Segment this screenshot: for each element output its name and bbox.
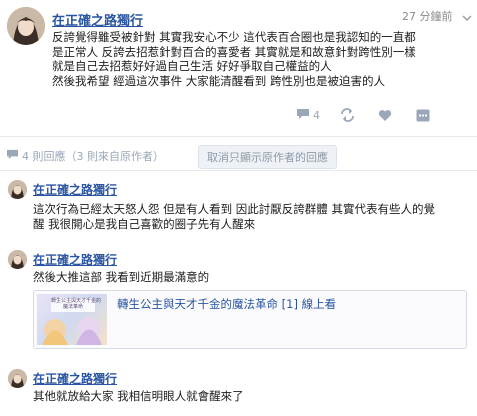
avatar[interactable] [8, 250, 27, 269]
avatar[interactable] [7, 7, 45, 45]
reply-body: 其他就放給大家 我相信明眼人就會醒來了 [33, 389, 244, 404]
chevron-down-icon[interactable] [462, 8, 472, 21]
avatar[interactable] [8, 369, 27, 388]
reply-body: 然後大推這部 我看到近期最滿意的 [33, 270, 209, 285]
reply-body-line: 醒 我很開心是我自己喜歡的圈子先有人醒來 [33, 216, 256, 231]
reply-body: 這次行為已經太天怒人怨 但是有人看到 因此討厭反誇群體 其實代表有些人的覺 醒 … [33, 202, 435, 231]
show-all-replies-button[interactable]: 取消只顯示原作者的回應 [198, 145, 337, 169]
comment-count-button[interactable]: 4 [296, 108, 320, 123]
reply-author-link[interactable]: 在正確之路獨行 [33, 251, 117, 268]
replies-count: 4 則回應（3 則來自原作者） [6, 148, 164, 164]
post-body-line: 就是自己去招惹好好過自己生活 好好爭取自己權益的人 [52, 59, 332, 73]
replies-count-text: 4 則回應（3 則來自原作者） [22, 150, 164, 163]
share-icon[interactable] [340, 107, 355, 126]
post-body-line: 然後我希望 經過這次事件 大家能清醒看到 跨性別也是被迫害的人 [52, 73, 385, 88]
post-body-line: 是正常人 反誇去招惹針對百合的喜愛者 其實就是和故意針對跨性別一樣 [52, 44, 416, 59]
divider [0, 136, 477, 137]
post-body-line: 反誇覺得雖受被針對 其實我安心不少 這代表百合圈也是我認知的一直都 [52, 30, 416, 44]
reply-author-link[interactable]: 在正確之路獨行 [33, 370, 117, 387]
reply-author-link[interactable]: 在正確之路獨行 [33, 181, 117, 198]
reply-body-line: 這次行為已經太天怒人怨 但是有人看到 因此討厭反誇群體 其實代表有些人的覺 [33, 202, 435, 216]
reply-body-line: 其他就放給大家 我相信明眼人就會醒來了 [33, 389, 244, 403]
reply-body-line: 然後大推這部 我看到近期最滿意的 [33, 270, 210, 284]
comment-icon [296, 108, 310, 123]
post-timestamp: 27 分鐘前 [402, 10, 453, 23]
link-preview-card[interactable]: 轉生公主與天才千金的 魔法革命 轉生公主與天才千金的魔法革命 [1] 線上看 [33, 290, 467, 349]
post-body: 反誇覺得雖受被針對 其實我安心不少 這代表百合圈也是我認知的一直都 是正常人 反… [52, 30, 416, 88]
like-icon[interactable] [378, 107, 392, 126]
link-thumbnail: 轉生公主與天才千金的 魔法革命 [37, 294, 107, 345]
comment-count: 4 [313, 109, 320, 122]
link-title[interactable]: 轉生公主與天才千金的魔法革命 [1] 線上看 [117, 296, 336, 312]
more-icon[interactable] [416, 107, 430, 126]
divider [0, 170, 477, 171]
avatar[interactable] [8, 180, 27, 199]
post-author-link[interactable]: 在正確之路獨行 [52, 10, 143, 29]
comment-icon [6, 149, 19, 163]
link-thumbnail-caption: 轉生公主與天才千金的 魔法革命 [51, 298, 102, 310]
